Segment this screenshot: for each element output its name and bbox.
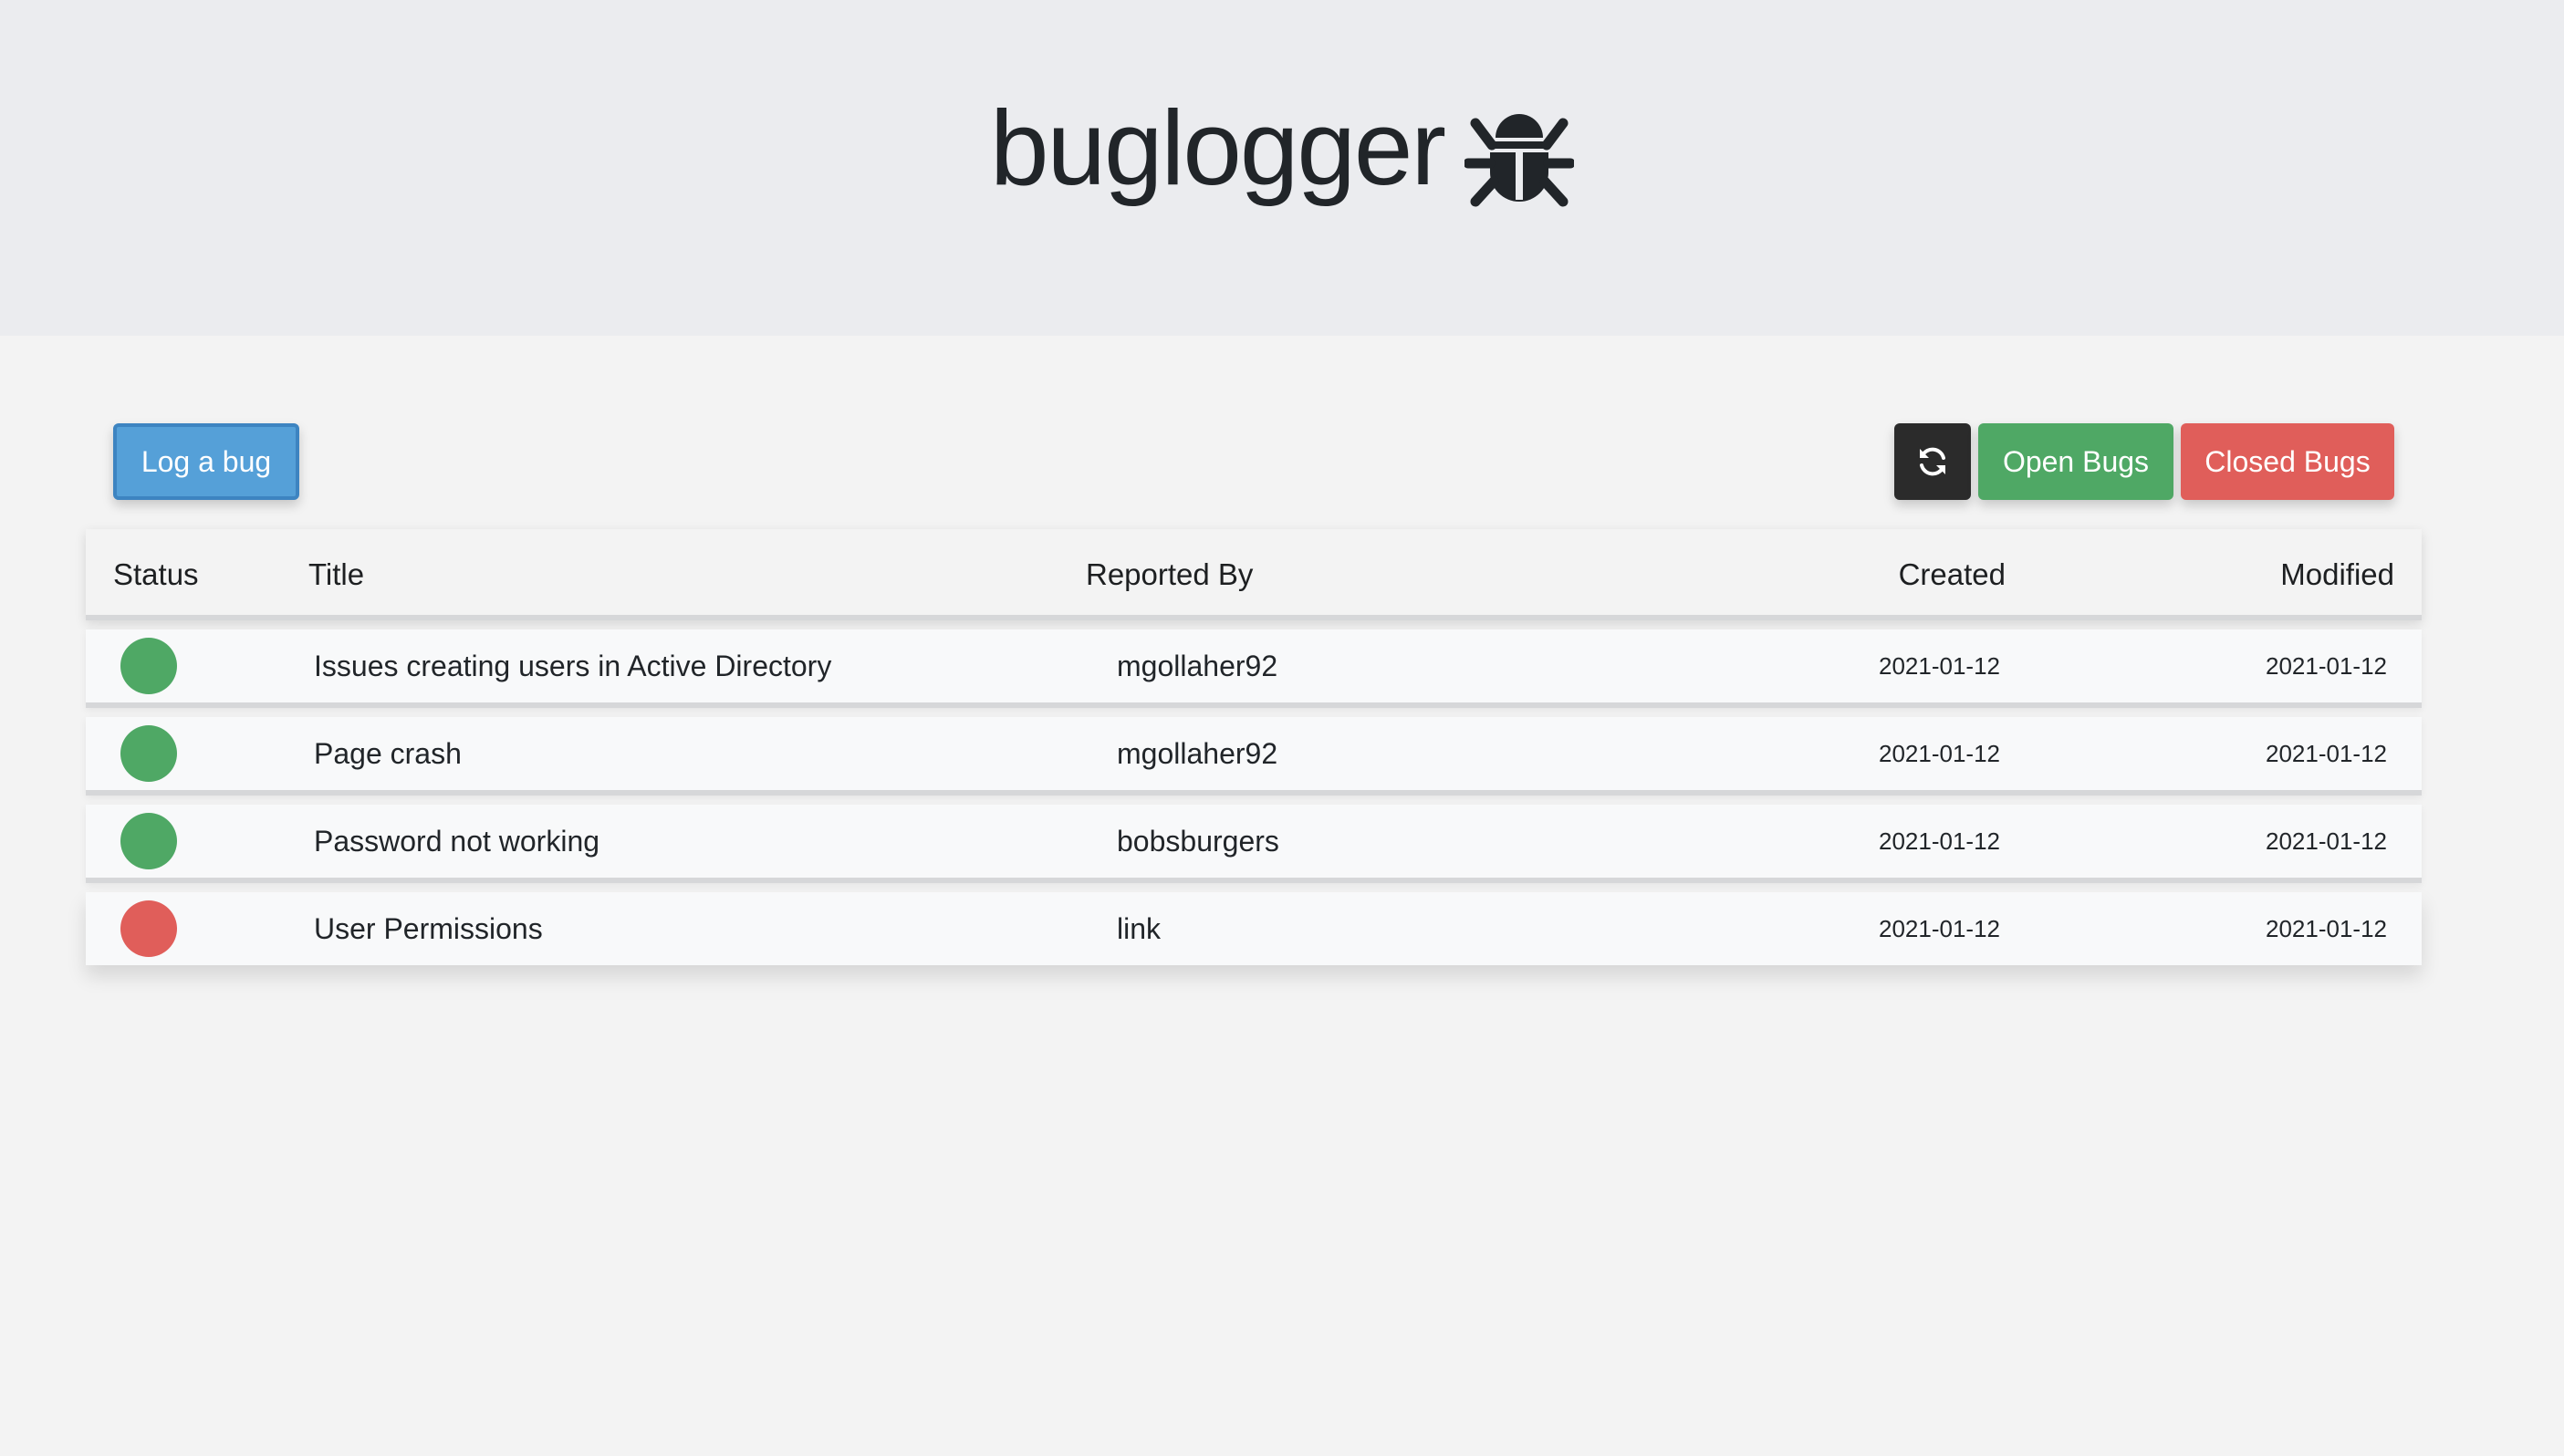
status-indicator — [120, 900, 177, 957]
log-bug-button-label: Log a bug — [141, 444, 272, 478]
closed-bugs-button[interactable]: Closed Bugs — [2181, 423, 2394, 500]
bug-icon — [1464, 114, 1574, 207]
column-header-reported-by[interactable]: Reported By — [1086, 529, 1253, 620]
status-indicator — [120, 725, 177, 782]
reported-by: link — [1117, 912, 1162, 945]
column-header-modified[interactable]: Modified — [2280, 529, 2394, 620]
app-title: buglogger — [990, 88, 1446, 207]
status-indicator — [120, 638, 177, 694]
created-date: 2021-01-12 — [1879, 827, 2000, 855]
column-header-title[interactable]: Title — [308, 529, 364, 620]
column-header-created[interactable]: Created — [1899, 529, 2006, 620]
table-header: Status Title Reported By Created Modifie… — [86, 529, 2422, 620]
modified-date: 2021-01-12 — [2266, 652, 2387, 680]
reported-by: mgollaher92 — [1117, 737, 1278, 770]
refresh-button[interactable] — [1894, 423, 1971, 500]
created-date: 2021-01-12 — [1879, 652, 2000, 680]
bug-title: User Permissions — [314, 912, 543, 945]
modified-date: 2021-01-12 — [2266, 740, 2387, 767]
column-header-status[interactable]: Status — [113, 529, 199, 620]
log-bug-button[interactable]: Log a bug — [113, 423, 299, 500]
reported-by: bobsburgers — [1117, 825, 1279, 858]
brand: buglogger — [0, 75, 2564, 221]
refresh-icon — [1920, 447, 1945, 476]
open-bugs-button[interactable]: Open Bugs — [1978, 423, 2173, 500]
page-header: buglogger — [0, 0, 2564, 336]
status-indicator — [120, 813, 177, 869]
open-bugs-button-label: Open Bugs — [2002, 444, 2150, 478]
table-row[interactable]: Issues creating users in Active Director… — [86, 629, 2422, 708]
bug-title: Issues creating users in Active Director… — [314, 650, 832, 682]
table-row[interactable]: Password not working bobsburgers 2021-01… — [86, 805, 2422, 883]
bug-title: Page crash — [314, 737, 462, 770]
closed-bugs-button-label: Closed Bugs — [2204, 444, 2371, 478]
bug-title: Password not working — [314, 825, 600, 858]
modified-date: 2021-01-12 — [2266, 915, 2387, 942]
table-row[interactable]: Page crash mgollaher92 2021-01-12 2021-0… — [86, 717, 2422, 796]
bugs-table: Status Title Reported By Created Modifie… — [86, 529, 2422, 965]
reported-by: mgollaher92 — [1117, 650, 1278, 682]
modified-date: 2021-01-12 — [2266, 827, 2387, 855]
table-row[interactable]: User Permissions link 2021-01-12 2021-01… — [86, 892, 2422, 965]
created-date: 2021-01-12 — [1879, 915, 2000, 942]
created-date: 2021-01-12 — [1879, 740, 2000, 767]
